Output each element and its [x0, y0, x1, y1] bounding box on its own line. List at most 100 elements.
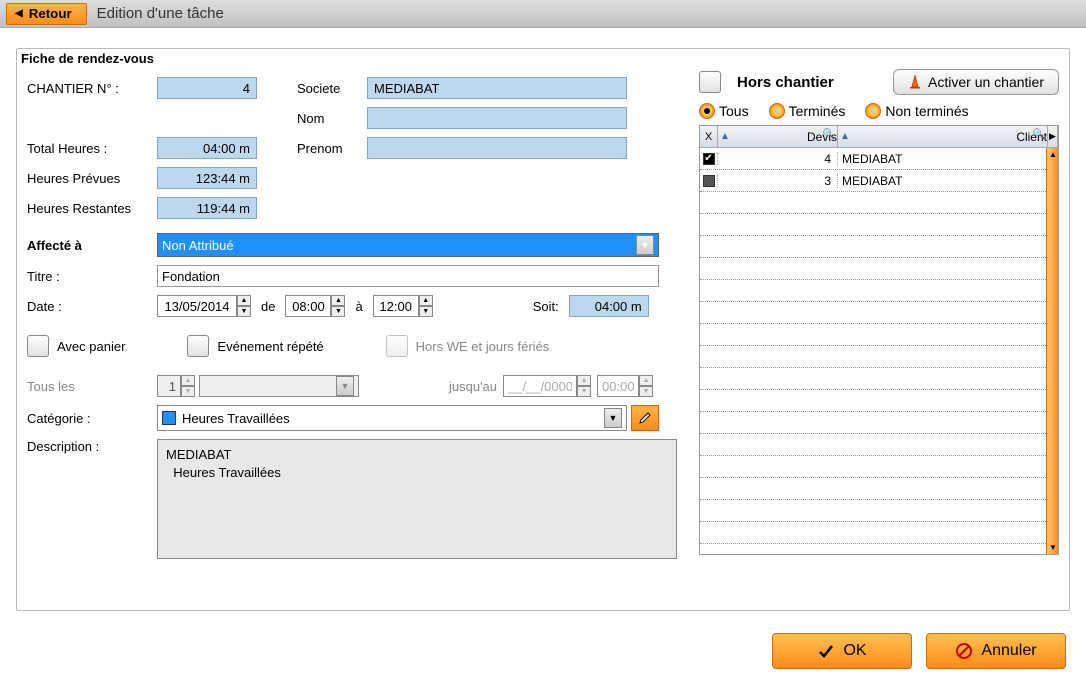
prenom-field[interactable] [367, 137, 627, 159]
hors-we-checkbox [386, 335, 408, 357]
heures-prevues-field[interactable] [157, 167, 257, 189]
label-de: de [261, 299, 275, 314]
label-avec-panier: Avec panier [57, 339, 125, 354]
sort-icon: ▲ [720, 131, 730, 142]
table-row [700, 236, 1058, 258]
soit-field[interactable] [569, 295, 649, 317]
radio-termines[interactable] [769, 103, 785, 119]
col-header-client[interactable]: ▲ Client 🔍 [838, 126, 1048, 147]
table-row [700, 214, 1058, 236]
forbidden-icon [955, 642, 973, 660]
ok-button[interactable]: OK [772, 633, 912, 669]
affecte-select[interactable]: Non Attribué ▼ [157, 233, 659, 257]
back-button[interactable]: ◀ Retour [6, 3, 87, 25]
radio-non-termines[interactable] [865, 103, 881, 119]
table-row [700, 302, 1058, 324]
table-row [700, 258, 1058, 280]
check-icon [817, 642, 835, 660]
label-nom: Nom [297, 111, 357, 126]
time-to-field[interactable] [373, 295, 419, 317]
row-checkbox[interactable] [703, 175, 715, 187]
activer-label: Activer un chantier [928, 74, 1044, 90]
dropdown-icon: ▼ [604, 408, 622, 428]
label-chantier: CHANTIER N° : [27, 81, 157, 96]
tous-les-stepper: ▲▼ [157, 375, 195, 397]
nom-field[interactable] [367, 107, 627, 129]
scroll-down-icon[interactable]: ▼ [1049, 543, 1057, 552]
description-textarea[interactable]: MEDIABAT Heures Travaillées [157, 439, 677, 559]
description-line2: Heures Travaillées [166, 464, 668, 482]
col-header-devis[interactable]: ▲ Devis 🔍 [718, 126, 838, 147]
label-hors-we: Hors WE et jours fériés [416, 339, 550, 354]
table-row [700, 390, 1058, 412]
hors-chantier-checkbox[interactable] [699, 71, 721, 93]
radio-tous[interactable] [699, 103, 715, 119]
grid-header: X ▲ Devis 🔍 ▲ Client 🔍 ▶ [700, 126, 1058, 148]
date-stepper[interactable]: ▲▼ [157, 295, 251, 317]
time-from-stepper[interactable]: ▲▼ [285, 295, 345, 317]
tous-les-value [157, 375, 181, 397]
table-row[interactable]: ✔4MEDIABAT [700, 148, 1058, 170]
date-field[interactable] [157, 295, 237, 317]
table-row [700, 434, 1058, 456]
edit-category-button[interactable] [631, 405, 659, 431]
form-panel: Fiche de rendez-vous CHANTIER N° : Socie… [16, 48, 1070, 611]
description-line1: MEDIABAT [166, 446, 668, 464]
table-row [700, 192, 1058, 214]
time-from-field[interactable] [285, 295, 331, 317]
label-soit: Soit: [533, 299, 559, 314]
categorie-select[interactable]: Heures Travaillées ▼ [157, 405, 627, 431]
chantier-number-field[interactable] [157, 77, 257, 99]
evenement-repete-checkbox[interactable] [187, 335, 209, 357]
date-up[interactable]: ▲ [237, 295, 251, 306]
dropdown-icon: ▼ [636, 235, 654, 255]
label-date: Date : [27, 299, 157, 314]
search-icon[interactable]: 🔍 [823, 129, 835, 140]
societe-field[interactable] [367, 77, 627, 99]
cancel-button[interactable]: Annuler [926, 633, 1066, 669]
total-heures-field[interactable] [157, 137, 257, 159]
table-row [700, 280, 1058, 302]
col-header-check[interactable]: X [700, 126, 718, 147]
titre-field[interactable] [157, 265, 659, 287]
label-jusquau: jusqu'au [449, 379, 497, 394]
affecte-value: Non Attribué [162, 238, 234, 253]
label-categorie: Catégorie : [27, 411, 157, 426]
label-hors-chantier: Hors chantier [737, 74, 834, 91]
date-down[interactable]: ▼ [237, 306, 251, 317]
avec-panier-checkbox[interactable] [27, 335, 49, 357]
table-row [700, 500, 1058, 522]
cancel-label: Annuler [981, 642, 1036, 660]
table-row [700, 522, 1058, 544]
label-radio-termines: Terminés [789, 103, 846, 119]
tous-les-unit-select: ▼ [199, 375, 359, 397]
form-left: CHANTIER N° : Societe Nom Total Heures :… [27, 77, 687, 567]
ok-label: OK [843, 642, 866, 660]
cell-devis: 3 [718, 174, 838, 188]
time-to-stepper[interactable]: ▲▼ [373, 295, 433, 317]
table-row [700, 346, 1058, 368]
scrollbar[interactable]: ▲ ▼ [1046, 148, 1058, 554]
dialog-buttons: OK Annuler [772, 633, 1066, 669]
label-evenement-repete: Evénement répété [217, 339, 323, 354]
right-panel: Hors chantier Activer un chantier Tous T… [699, 69, 1059, 555]
activer-chantier-button[interactable]: Activer un chantier [893, 69, 1059, 95]
scroll-up-icon[interactable]: ▲ [1049, 150, 1057, 159]
title-bar: ◀ Retour Edition d'une tâche [0, 0, 1086, 28]
table-row [700, 324, 1058, 346]
search-icon[interactable]: 🔍 [1033, 129, 1045, 140]
col-header-end[interactable]: ▶ [1048, 126, 1058, 147]
table-row[interactable]: 3MEDIABAT [700, 170, 1058, 192]
cone-icon [908, 75, 922, 89]
label-titre: Titre : [27, 269, 157, 284]
back-label: Retour [29, 6, 72, 21]
sort-icon: ▲ [840, 131, 850, 142]
jusquau-date-stepper: ▲▼ [503, 375, 591, 397]
row-checkbox[interactable]: ✔ [703, 153, 715, 165]
fiche-header: Fiche de rendez-vous [17, 49, 1069, 68]
cell-client: MEDIABAT [838, 174, 1058, 188]
cell-client: MEDIABAT [838, 152, 1058, 166]
pencil-icon [638, 411, 652, 425]
heures-restantes-field[interactable] [157, 197, 257, 219]
label-total-heures: Total Heures : [27, 141, 157, 156]
